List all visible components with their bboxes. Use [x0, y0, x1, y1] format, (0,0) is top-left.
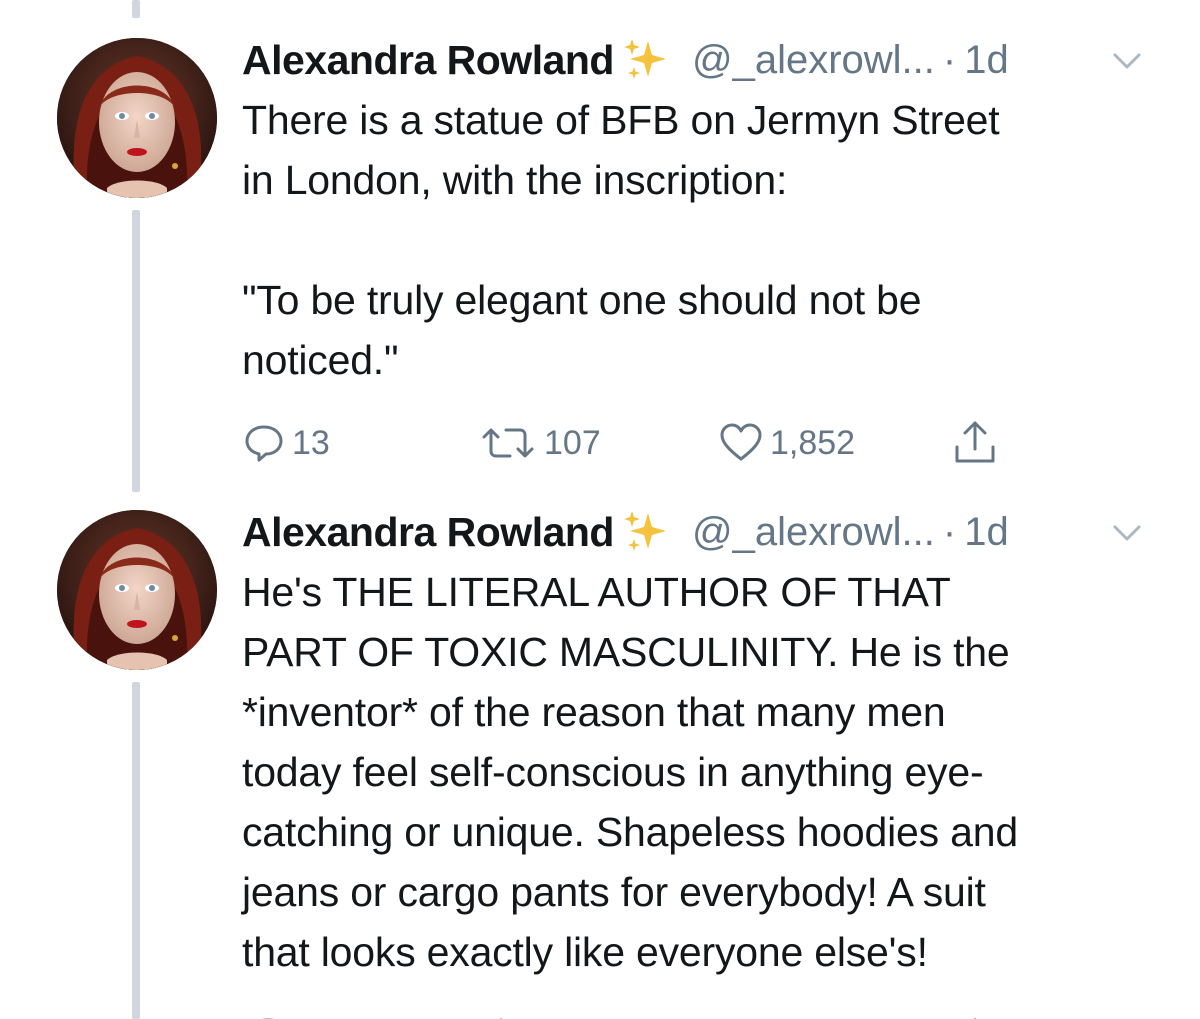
tweet-text: There is a statue of BFB on Jermyn Stree…	[242, 97, 1000, 383]
author-handle[interactable]: @_alexrowl...	[692, 38, 935, 83]
sparkles-emoji-icon	[622, 509, 672, 555]
separator-dot: ·	[942, 509, 957, 554]
chevron-down-icon[interactable]	[1112, 50, 1142, 72]
tweet-header: Alexandra Rowland @_alexrowl... · 1d	[242, 34, 1009, 86]
sparkles-emoji-icon	[622, 37, 672, 83]
timestamp[interactable]: 1d	[964, 510, 1009, 555]
author-name[interactable]: Alexandra Rowland	[242, 509, 614, 556]
tweet-actions: 13 107 1,852	[242, 418, 1042, 468]
like-button[interactable]: 1,852	[718, 418, 855, 468]
reply-count: 13	[292, 423, 330, 462]
retweet-count: 107	[544, 423, 601, 462]
retweet-button[interactable]: 107	[478, 418, 601, 468]
timestamp[interactable]: 1d	[964, 38, 1009, 83]
action-icons-partially-visible	[261, 1017, 977, 1019]
share-icon	[955, 421, 995, 463]
chevron-down-icon[interactable]	[1112, 522, 1142, 544]
reply-button[interactable]: 13	[242, 418, 330, 468]
tweet-text: He's THE LITERAL AUTHOR OF THAT PART OF …	[242, 569, 1018, 975]
separator-dot: ·	[942, 37, 957, 82]
avatar[interactable]	[57, 38, 217, 198]
avatar[interactable]	[57, 510, 217, 670]
author-handle[interactable]: @_alexrowl...	[692, 510, 935, 555]
thread-connector-line	[132, 0, 140, 18]
share-button[interactable]	[952, 418, 1004, 468]
tweet-actions	[242, 1008, 1042, 1019]
author-name[interactable]: Alexandra Rowland	[242, 37, 614, 84]
thread-connector-line	[132, 682, 140, 1019]
retweet-icon	[482, 428, 534, 458]
tweet-header: Alexandra Rowland @_alexrowl... · 1d	[242, 506, 1009, 558]
reply-icon	[245, 425, 283, 462]
like-count: 1,852	[770, 423, 856, 462]
thread-connector-line	[132, 210, 140, 492]
heart-icon	[720, 423, 762, 461]
twitter-thread: Alexandra Rowland @_alexrowl... · 1d The…	[0, 0, 1200, 1019]
